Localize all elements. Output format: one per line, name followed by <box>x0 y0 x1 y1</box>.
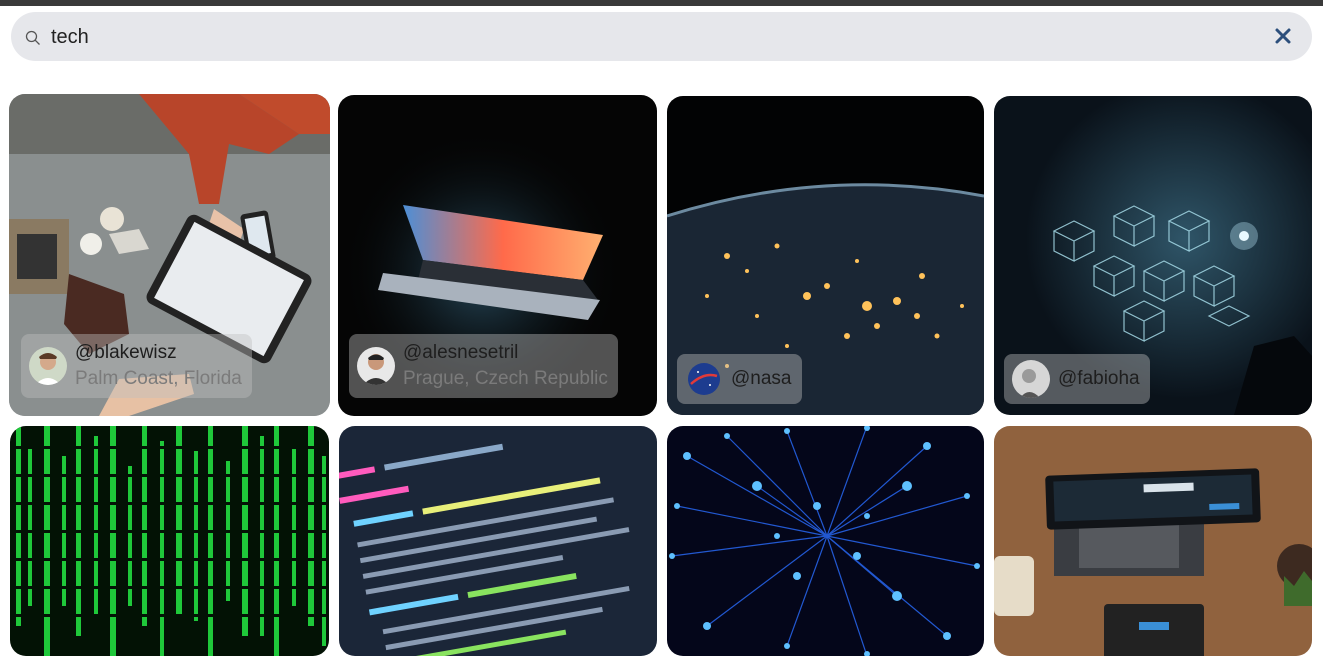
photo-card[interactable]: @alesnesetril Prague, Czech Republic <box>338 95 657 416</box>
photo-image <box>994 426 1312 656</box>
author-handle: @alesnesetril <box>403 342 519 363</box>
photo-grid: @blakewisz Palm Coast, Florida @alesnese… <box>0 0 1323 656</box>
author-badge[interactable]: @fabioha <box>1004 354 1150 404</box>
avatar <box>685 360 723 398</box>
photo-image <box>10 426 329 656</box>
author-badge[interactable]: @nasa <box>677 354 802 404</box>
avatar <box>1012 360 1050 398</box>
author-location: Palm Coast, Florida <box>75 368 242 389</box>
author-badge[interactable]: @alesnesetril Prague, Czech Republic <box>349 334 618 398</box>
photo-card[interactable] <box>667 426 984 656</box>
photo-card[interactable]: @nasa <box>667 96 984 415</box>
photo-image <box>339 426 657 656</box>
avatar <box>29 347 67 385</box>
author-handle: @blakewisz <box>75 342 177 363</box>
author-handle: @nasa <box>731 368 792 389</box>
author-badge[interactable]: @blakewisz Palm Coast, Florida <box>21 334 252 398</box>
photo-card[interactable] <box>994 426 1312 656</box>
photo-card[interactable] <box>339 426 657 656</box>
author-location: Prague, Czech Republic <box>403 368 608 389</box>
author-handle: @fabioha <box>1058 368 1140 389</box>
photo-card[interactable]: @fabioha <box>994 96 1312 415</box>
avatar <box>357 347 395 385</box>
photo-card[interactable] <box>10 426 329 656</box>
photo-image <box>667 426 984 656</box>
photo-card[interactable]: @blakewisz Palm Coast, Florida <box>9 94 330 416</box>
